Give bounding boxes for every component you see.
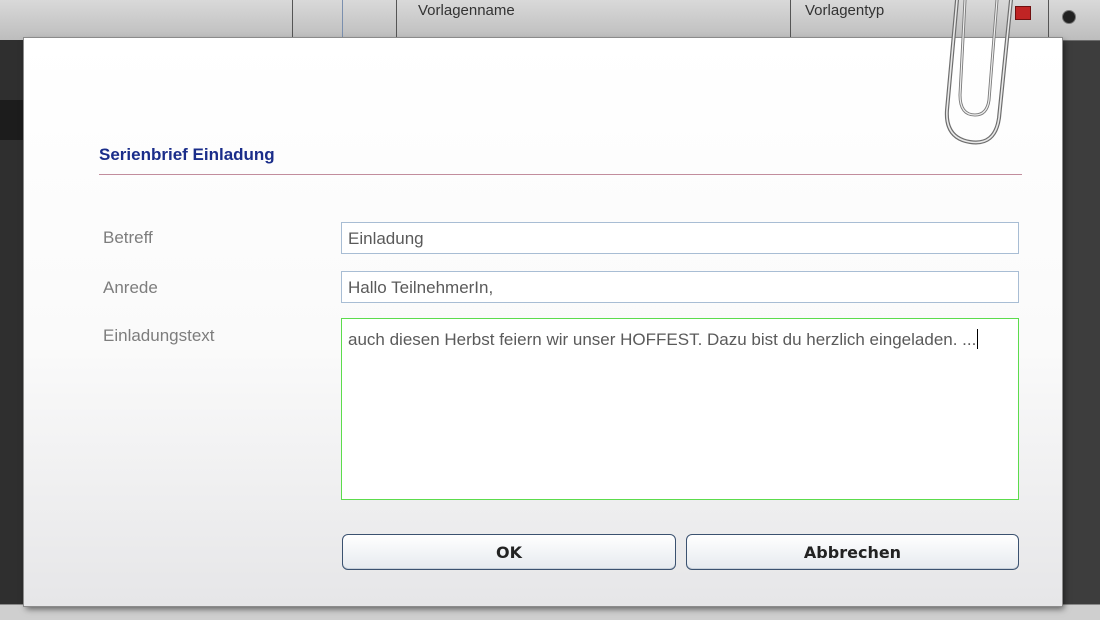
paperclip-icon	[944, 0, 1013, 145]
column-header-vorlagentyp[interactable]: Vorlagentyp	[805, 2, 884, 19]
einladungstext-value: auch diesen Herbst feiern wir unser HOFF…	[348, 330, 977, 349]
sidebar-selected-band	[0, 100, 26, 140]
text-cursor	[977, 329, 979, 349]
betreff-input[interactable]: Einladung	[341, 222, 1019, 254]
anrede-label: Anrede	[103, 278, 158, 297]
title-divider	[99, 174, 1022, 175]
anrede-input[interactable]: Hallo TeilnehmerIn,	[341, 271, 1019, 303]
betreff-label: Betreff	[103, 228, 153, 247]
background-sidebar	[0, 40, 26, 619]
einladungstext-label: Einladungstext	[103, 326, 215, 345]
serienbrief-dialog: Serienbrief Einladung Betreff Einladung …	[24, 38, 1062, 606]
dialog-title: Serienbrief Einladung	[99, 145, 275, 164]
status-dot-icon	[1062, 10, 1076, 24]
einladungstext-textarea[interactable]: auch diesen Herbst feiern wir unser HOFF…	[341, 318, 1019, 500]
column-header-vorlagenname[interactable]: Vorlagenname	[418, 2, 515, 19]
background-footer	[0, 604, 1100, 620]
ok-button[interactable]: OK	[342, 534, 676, 570]
cancel-button[interactable]: Abbrechen	[686, 534, 1019, 570]
